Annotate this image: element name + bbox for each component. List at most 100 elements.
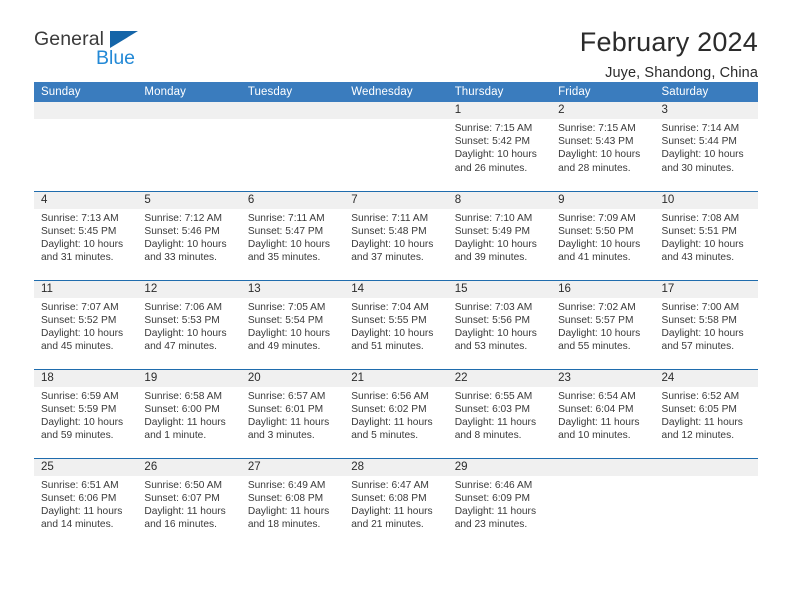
sunrise-time: Sunrise: 6:58 AM [144,390,223,402]
day-number: 2 [551,102,655,119]
day-number: 25 [34,458,138,476]
daylight-duration-line1: Daylight: 11 hours [247,416,330,428]
sunrise-time: Sunrise: 7:11 AM [351,212,429,224]
daylight-duration-line2: and 45 minutes. [41,341,114,353]
day-details: Sunrise: 6:46 AM Sunset: 6:09 PM Daylight:… [448,476,551,532]
calendar-day-cell[interactable]: 9 Sunrise: 7:09 AM Sunset: 5:50 PM Daylight… [551,190,655,280]
daylight-duration-line2: and 28 minutes. [558,162,631,174]
daylight-duration-line1: Daylight: 11 hours [41,505,123,517]
calendar-day-cell[interactable]: 2 Sunrise: 7:15 AM Sunset: 5:43 PM Daylight… [551,102,655,191]
calendar-day-cell[interactable]: 28 Sunrise: 6:47 AM Sunset: 6:08 PM Dayligh… [344,457,448,547]
day-details: Sunrise: 7:10 AM Sunset: 5:49 PM Daylight:… [448,209,551,265]
logo-text-blue: Blue [96,47,136,69]
calendar-day-cell[interactable]: 1 Sunrise: 7:15 AM Sunset: 5:42 PM Daylight… [447,102,552,191]
calendar-day-cell[interactable]: 26 Sunrise: 6:50 AM Sunset: 6:07 PM Dayligh… [137,457,241,547]
daylight-duration-line1: Daylight: 10 hours [454,238,537,250]
sunset-time: Sunset: 5:52 PM [41,314,117,326]
calendar-day-cell[interactable]: 11 Sunrise: 7:07 AM Sunset: 5:52 PM Dayligh… [34,279,138,369]
calendar-day-cell[interactable]: 3 Sunrise: 7:14 AM Sunset: 5:44 PM Daylight… [654,102,758,191]
sunset-time: Sunset: 5:45 PM [41,225,117,237]
day-cell-inner: 2 Sunrise: 7:15 AM Sunset: 5:43 PM Daylight… [551,102,655,191]
sunrise-time: Sunrise: 7:04 AM [351,301,429,313]
calendar-day-cell[interactable]: 20 Sunrise: 6:57 AM Sunset: 6:01 PM Dayligh… [240,368,345,458]
day-cell-inner: 24 Sunrise: 6:52 AM Sunset: 6:05 PM Dayligh… [654,369,758,458]
calendar-day-cell[interactable]: 16 Sunrise: 7:02 AM Sunset: 5:57 PM Dayligh… [551,279,655,369]
general-blue-logo[interactable]: General Blue [34,28,154,76]
calendar-day-cell[interactable]: 17 Sunrise: 7:00 AM Sunset: 5:58 PM Dayligh… [654,279,758,369]
sunrise-time: Sunrise: 6:59 AM [41,390,119,402]
calendar-day-cell[interactable]: 7 Sunrise: 7:11 AM Sunset: 5:48 PM Daylight… [344,190,448,280]
sunset-time: Sunset: 5:50 PM [558,225,634,237]
calendar-day-cell[interactable]: 29 Sunrise: 6:46 AM Sunset: 6:09 PM Dayligh… [447,457,552,547]
calendar-day-cell[interactable]: 27 Sunrise: 6:49 AM Sunset: 6:08 PM Dayligh… [240,457,345,548]
daylight-duration-line2: and 51 minutes. [351,341,424,353]
day-details: Sunrise: 6:58 AM Sunset: 6:00 PM Daylight:… [137,387,240,443]
sunrise-time: Sunrise: 7:15 AM [454,123,533,134]
day-details: Sunrise: 6:47 AM Sunset: 6:08 PM Daylight:… [344,476,447,532]
calendar-week-row: 4 Sunrise: 7:13 AM Sunset: 5:45 PM Daylight… [34,190,758,280]
weekday-header-wednesday: Wednesday [344,82,448,102]
page-subtitle-location: Juye, Shandong, China [605,65,758,82]
calendar-day-cell[interactable]: 19 Sunrise: 6:58 AM Sunset: 6:00 PM Dayligh… [137,368,241,458]
daylight-duration-line2: and 41 minutes. [558,252,631,264]
calendar-day-cell[interactable]: 8 Sunrise: 7:10 AM Sunset: 5:49 PM Daylight… [447,190,552,280]
logo-text-general: General [34,28,105,50]
day-number: 21 [344,369,448,387]
calendar-empty-cell [344,102,448,191]
sunset-time: Sunset: 6:06 PM [41,492,117,504]
day-details: Sunrise: 6:49 AM Sunset: 6:08 PM Daylight:… [241,476,344,532]
calendar-day-cell[interactable]: 14 Sunrise: 7:04 AM Sunset: 5:55 PM Dayligh… [344,279,448,369]
daylight-duration-line2: and 47 minutes. [144,341,217,353]
day-number: 4 [34,191,138,209]
day-number: 28 [344,458,448,476]
sunset-time: Sunset: 5:49 PM [454,225,531,237]
day-cell-inner [654,458,758,548]
day-cell-inner: 20 Sunrise: 6:57 AM Sunset: 6:01 PM Dayligh… [240,369,345,458]
day-cell-inner [240,102,345,191]
calendar-day-cell[interactable]: 12 Sunrise: 7:06 AM Sunset: 5:53 PM Dayligh… [137,279,241,369]
calendar-day-cell[interactable]: 21 Sunrise: 6:56 AM Sunset: 6:02 PM Dayligh… [344,368,448,458]
daylight-duration-line2: and 39 minutes. [454,252,528,264]
day-number: 24 [654,369,758,387]
day-cell-inner [34,102,138,191]
calendar-day-cell[interactable]: 13 Sunrise: 7:05 AM Sunset: 5:54 PM Dayligh… [240,279,345,369]
calendar-header-row: Sunday Monday Tuesday Wednesday Thursday… [34,82,758,102]
calendar-day-cell[interactable]: 15 Sunrise: 7:03 AM Sunset: 5:56 PM Dayligh… [447,279,552,369]
calendar-day-cell[interactable]: 6 Sunrise: 7:11 AM Sunset: 5:47 PM Daylight… [240,190,345,280]
day-details: Sunrise: 7:04 AM Sunset: 5:55 PM Daylight:… [344,298,447,354]
calendar-day-cell[interactable]: 10 Sunrise: 7:08 AM Sunset: 5:51 PM Dayligh… [654,190,758,280]
daylight-duration-line1: Daylight: 10 hours [247,327,330,339]
day-details: Sunrise: 7:09 AM Sunset: 5:50 PM Daylight:… [551,209,654,265]
day-number: 22 [447,369,552,387]
daylight-duration-line2: and 33 minutes. [144,252,217,264]
day-cell-inner: 27 Sunrise: 6:49 AM Sunset: 6:08 PM Dayligh… [240,458,345,548]
calendar-day-cell[interactable]: 23 Sunrise: 6:54 AM Sunset: 6:04 PM Dayligh… [551,368,655,458]
calendar-day-cell[interactable]: 5 Sunrise: 7:12 AM Sunset: 5:46 PM Daylight… [137,190,241,280]
daylight-duration-line2: and 43 minutes. [661,252,735,264]
calendar-empty-cell [654,457,758,548]
day-details: Sunrise: 7:13 AM Sunset: 5:45 PM Daylight:… [34,209,137,265]
calendar-day-cell[interactable]: 4 Sunrise: 7:13 AM Sunset: 5:45 PM Daylight… [34,190,138,280]
daylight-duration-line2: and 18 minutes. [247,519,321,531]
day-number [137,102,241,119]
day-number: 8 [447,191,552,209]
calendar-day-cell[interactable]: 25 Sunrise: 6:51 AM Sunset: 6:06 PM Dayligh… [34,457,138,547]
calendar-day-cell[interactable]: 18 Sunrise: 6:59 AM Sunset: 5:59 PM Dayligh… [34,368,138,458]
sunrise-time: Sunrise: 7:13 AM [41,212,119,224]
daylight-duration-line2: and 49 minutes. [247,341,321,353]
sunrise-time: Sunrise: 6:49 AM [247,479,326,491]
calendar-day-cell[interactable]: 24 Sunrise: 6:52 AM Sunset: 6:05 PM Dayligh… [654,368,758,458]
day-details: Sunrise: 6:50 AM Sunset: 6:07 PM Daylight:… [137,476,240,532]
day-details: Sunrise: 7:08 AM Sunset: 5:51 PM Daylight:… [655,209,758,265]
day-number: 10 [654,191,758,209]
sunset-time: Sunset: 5:44 PM [661,136,737,148]
daylight-duration-line2: and 26 minutes. [454,162,528,174]
sunrise-time: Sunrise: 7:09 AM [558,212,636,224]
daylight-duration-line1: Daylight: 11 hours [454,416,537,428]
daylight-duration-line2: and 59 minutes. [41,430,114,442]
daylight-duration-line2: and 35 minutes. [247,252,321,264]
sunset-time: Sunset: 6:07 PM [144,492,220,504]
calendar-day-cell[interactable]: 22 Sunrise: 6:55 AM Sunset: 6:03 PM Dayligh… [447,368,552,458]
day-details: Sunrise: 7:11 AM Sunset: 5:47 PM Daylight:… [241,209,344,265]
sunset-time: Sunset: 5:57 PM [558,314,634,326]
